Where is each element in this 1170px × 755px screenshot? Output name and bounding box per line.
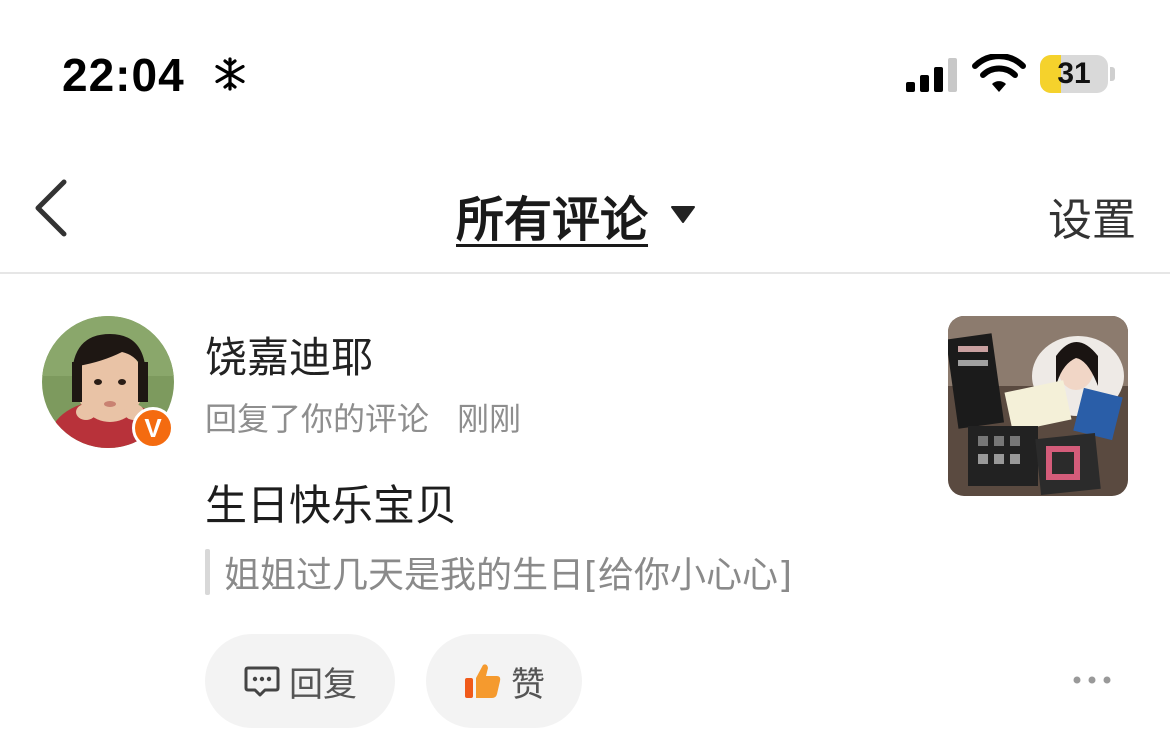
verified-badge: V (132, 407, 174, 449)
timestamp: 刚刚 (457, 400, 522, 438)
action-text: 回复了你的评论 (205, 400, 430, 438)
screen: 22:04 31 所有评论 设置 V 饶嘉迪耶 回复了你的评论 刚刚 生日快乐宝… (0, 0, 1170, 755)
like-label: 赞 (511, 664, 545, 705)
comment-filter-dropdown[interactable]: 所有评论 (456, 180, 696, 250)
nav-bar: 所有评论 设置 (0, 150, 1170, 274)
thumbs-up-icon (465, 664, 501, 698)
chevron-left-icon[interactable] (30, 178, 74, 238)
quote-bar (205, 549, 210, 595)
caret-down-icon (671, 206, 696, 223)
page-title: 所有评论 (456, 192, 649, 248)
battery-icon: 31 (1040, 55, 1108, 93)
more-options-icon[interactable] (1070, 672, 1114, 688)
comment-item: V 饶嘉迪耶 回复了你的评论 刚刚 生日快乐宝贝 姐姐过几天是我的生日[给你小心心… (0, 276, 1170, 755)
status-bar: 22:04 31 (0, 0, 1170, 150)
cellular-signal-icon (906, 58, 957, 92)
post-thumbnail[interactable] (948, 316, 1128, 496)
reply-label: 回复 (289, 664, 357, 705)
snowflake-icon (215, 57, 245, 91)
comment-meta: 回复了你的评论 刚刚 (205, 394, 521, 440)
quoted-text: 姐姐过几天是我的生日[给你小心心] (224, 555, 793, 596)
comment-text: 生日快乐宝贝 (205, 481, 458, 530)
like-button[interactable]: 赞 (426, 634, 582, 728)
wifi-icon (972, 54, 1026, 92)
quoted-comment[interactable]: 姐姐过几天是我的生日[给你小心心] (205, 546, 792, 598)
comment-bubble-icon (244, 666, 280, 697)
settings-button[interactable]: 设置 (1048, 184, 1136, 248)
battery-level: 31 (1057, 57, 1091, 90)
battery-cap (1110, 67, 1115, 81)
reply-button[interactable]: 回复 (205, 634, 395, 728)
thumbnail-image (948, 316, 1128, 496)
status-time: 22:04 (62, 49, 185, 101)
username[interactable]: 饶嘉迪耶 (205, 324, 373, 385)
